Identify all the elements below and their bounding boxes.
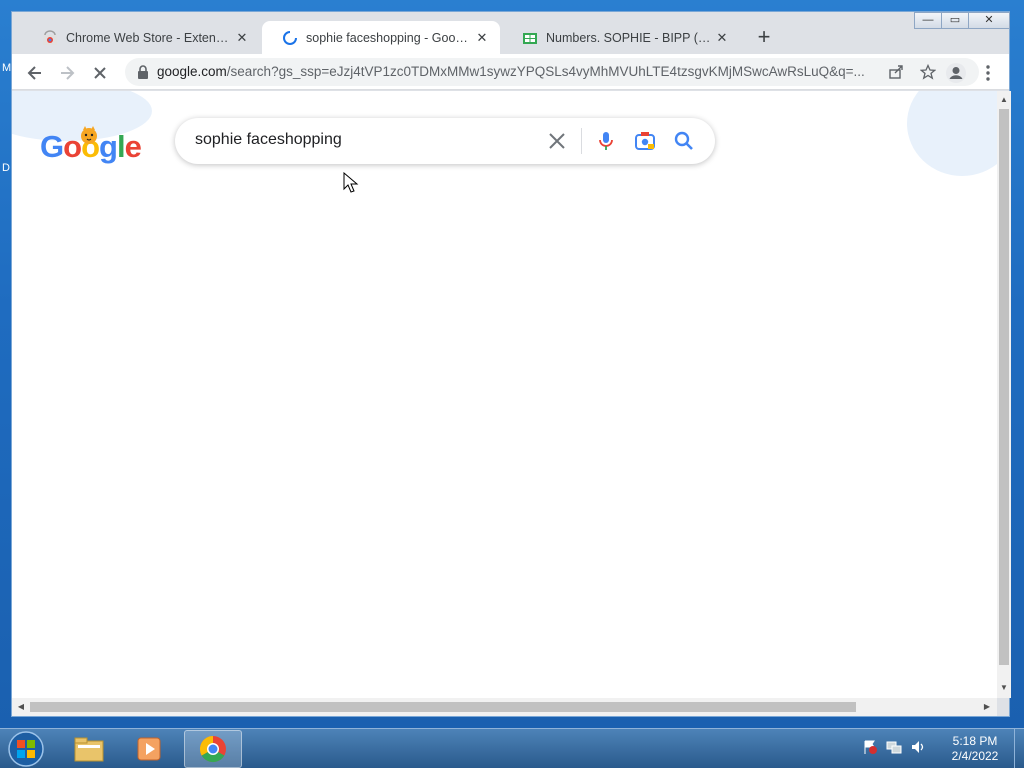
forward-icon[interactable] (54, 60, 80, 86)
tab-strip: Chrome Web Store - Extensions ✕ sophie f… (12, 12, 1010, 54)
system-clock[interactable]: 5:18 PM 2/4/2022 (940, 734, 1010, 764)
voice-search-icon[interactable] (594, 129, 618, 153)
media-player-icon (137, 737, 161, 761)
scroll-left-arrow-icon[interactable]: ◀ (14, 700, 28, 714)
back-icon[interactable] (22, 60, 48, 86)
file-explorer-icon (74, 737, 104, 762)
close-window-button[interactable]: ✕ (968, 12, 1010, 29)
show-desktop-button[interactable] (1014, 729, 1024, 768)
logo-letter: l (116, 129, 126, 164)
tab-close-icon[interactable]: ✕ (714, 30, 730, 46)
logo-letter: g (99, 129, 118, 164)
url-text: google.com/search?gs_ssp=eJzj4tVP1zc0TDM… (157, 64, 865, 79)
clock-date: 2/4/2022 (951, 749, 999, 763)
logo-letter: e (124, 129, 142, 164)
tab-close-icon[interactable]: ✕ (474, 30, 490, 46)
taskbar-media-player[interactable] (120, 730, 178, 768)
window-controls: — ▭ ✕ (914, 12, 1010, 30)
tiger-doodle-icon (81, 126, 97, 144)
volume-icon[interactable] (910, 739, 926, 755)
scroll-right-arrow-icon[interactable]: ▶ (980, 700, 994, 714)
tab-title: Numbers. SOPHIE - BIPP (Autechre (546, 30, 714, 45)
network-icon[interactable] (886, 739, 902, 755)
chrome-web-store-icon (43, 29, 57, 45)
mouse-cursor-icon (343, 172, 359, 193)
clear-search-icon[interactable] (545, 129, 569, 153)
browser-toolbar: google.com/search?gs_ssp=eJzj4tVP1zc0TDM… (12, 54, 1009, 90)
page-viewport: Google sophie faceshopping (12, 91, 997, 698)
taskbar: 5:18 PM 2/4/2022 (0, 728, 1024, 768)
taskbar-explorer[interactable] (60, 730, 118, 768)
tab-numbers-sophie[interactable]: Numbers. SOPHIE - BIPP (Autechre ✕ (502, 21, 740, 54)
sheets-icon (523, 32, 537, 44)
tab-close-icon[interactable]: ✕ (234, 30, 250, 46)
tab-chrome-web-store[interactable]: Chrome Web Store - Extensions ✕ (22, 21, 260, 54)
doodle-cloud (907, 91, 997, 176)
system-tray (862, 739, 926, 755)
desktop-icon-label: D (2, 162, 10, 174)
logo-letter: G (40, 129, 64, 164)
menu-kebab-icon[interactable] (983, 63, 993, 83)
lock-icon[interactable] (136, 64, 150, 80)
browser-window: Chrome Web Store - Extensions ✕ sophie f… (11, 11, 1011, 717)
minimize-button[interactable]: — (914, 12, 942, 29)
start-button-icon[interactable] (6, 730, 46, 768)
address-bar[interactable]: google.com/search?gs_ssp=eJzj4tVP1zc0TDM… (125, 58, 979, 86)
stop-loading-icon[interactable] (87, 60, 113, 86)
scroll-up-arrow-icon[interactable]: ▲ (997, 93, 1011, 107)
desktop-icon-label: M (2, 62, 12, 74)
chrome-icon (199, 735, 226, 763)
action-center-flag-icon[interactable] (862, 739, 878, 755)
lens-camera-icon[interactable] (633, 129, 657, 153)
loading-spinner-icon (283, 30, 297, 45)
clock-time: 5:18 PM (952, 734, 998, 748)
horizontal-scroll-thumb[interactable] (30, 702, 856, 712)
profile-avatar-icon[interactable] (945, 62, 967, 84)
url-host: google.com (157, 64, 227, 79)
search-icon[interactable] (672, 129, 696, 153)
share-icon[interactable] (888, 64, 904, 80)
horizontal-scrollbar[interactable]: ◀ ▶ (12, 698, 997, 716)
new-tab-button[interactable]: + (752, 26, 776, 50)
vertical-scroll-thumb[interactable] (999, 109, 1009, 665)
search-box[interactable]: sophie faceshopping (175, 118, 715, 164)
search-input[interactable]: sophie faceshopping (195, 131, 342, 149)
scroll-down-arrow-icon[interactable]: ▼ (997, 681, 1011, 695)
vertical-scrollbar[interactable]: ▲ ▼ (997, 91, 1011, 698)
maximize-button[interactable]: ▭ (941, 12, 969, 29)
tab-title: Chrome Web Store - Extensions (66, 30, 234, 45)
bookmark-star-icon[interactable] (920, 64, 936, 80)
search-divider (581, 128, 582, 154)
tab-google-search[interactable]: sophie faceshopping - Google Search ✕ (262, 21, 500, 54)
url-path: /search?gs_ssp=eJzj4tVP1zc0TDMxMMw1sywzY… (226, 64, 865, 79)
taskbar-chrome[interactable] (184, 730, 242, 768)
tab-title: sophie faceshopping - Google Search (306, 30, 474, 45)
